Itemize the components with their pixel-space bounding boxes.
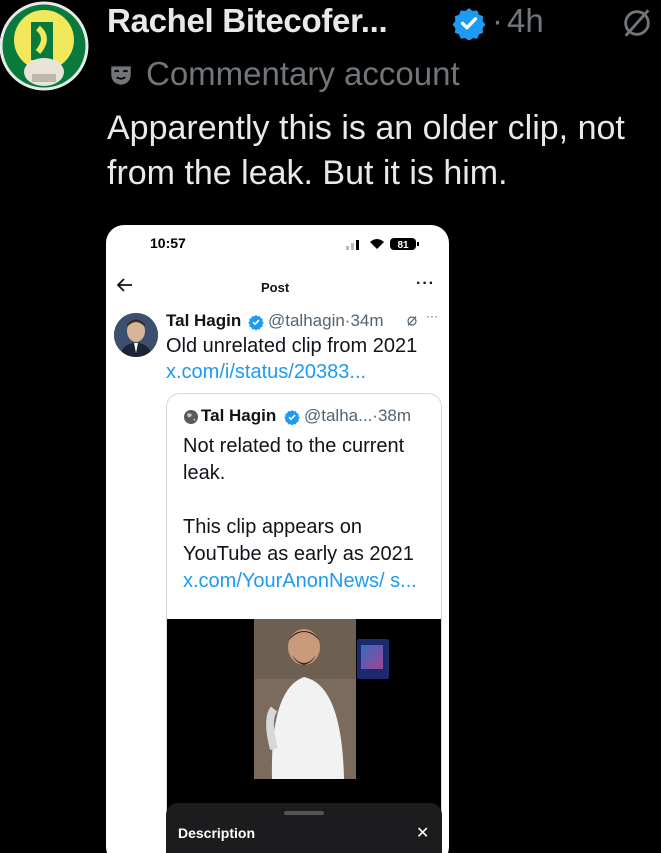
page-title: Post xyxy=(261,280,290,295)
commentary-label: Commentary account xyxy=(146,55,460,92)
avatar[interactable] xyxy=(114,313,158,357)
quote-author-name[interactable]: Tal Hagin xyxy=(201,406,276,426)
quote-text: Not related to the current leak. This cl… xyxy=(183,433,433,595)
verified-badge-icon xyxy=(248,315,264,330)
battery-level: 81 xyxy=(397,240,409,251)
status-icons: 81 xyxy=(346,238,419,251)
back-arrow-icon[interactable] xyxy=(116,277,134,293)
post-handle[interactable]: @talhagin·34m xyxy=(268,311,384,331)
quote-card[interactable]: Tal Hagin @talha...·38m Not related to t… xyxy=(166,393,442,853)
close-icon[interactable]: ✕ xyxy=(416,823,429,843)
verified-badge-icon xyxy=(452,8,486,40)
description-sheet[interactable]: Description ✕ xyxy=(166,803,442,853)
grok-icon[interactable] xyxy=(620,6,654,40)
quote-text-line1: Not related to the current leak. xyxy=(183,435,405,484)
sheet-handle[interactable] xyxy=(284,811,324,815)
grok-icon[interactable] xyxy=(406,315,418,327)
globe-icon xyxy=(184,410,198,424)
quote-text-line2: This clip appears on YouTube as early as… xyxy=(183,516,414,565)
video-background-tv xyxy=(357,639,389,679)
post-author-name[interactable]: Tal Hagin xyxy=(166,311,241,331)
post-text: Old unrelated clip from 2021 xyxy=(166,335,418,357)
commentary-mask-icon xyxy=(111,66,131,85)
quote-link[interactable]: x.com/YourAnonNews/ s... xyxy=(183,568,433,595)
more-icon[interactable]: ··· xyxy=(426,309,438,323)
video-frame xyxy=(254,619,356,779)
post-link[interactable]: x.com/i/status/20383... xyxy=(166,361,366,384)
avatar[interactable] xyxy=(0,0,90,100)
verified-badge-icon xyxy=(284,410,300,425)
embedded-image[interactable]: 10:57 81 Post ··· Tal Hagin @talhagin·34… xyxy=(106,225,449,853)
quote-handle[interactable]: @talha...·38m xyxy=(304,406,411,426)
description-label: Description xyxy=(178,825,256,841)
post-time[interactable]: · 4h xyxy=(492,2,544,40)
tweet-text: Apparently this is an older clip, not fr… xyxy=(107,109,625,192)
status-time: 10:57 xyxy=(150,235,186,251)
author-name[interactable]: Rachel Bitecofer... xyxy=(107,2,388,40)
more-icon[interactable]: ··· xyxy=(416,275,435,293)
